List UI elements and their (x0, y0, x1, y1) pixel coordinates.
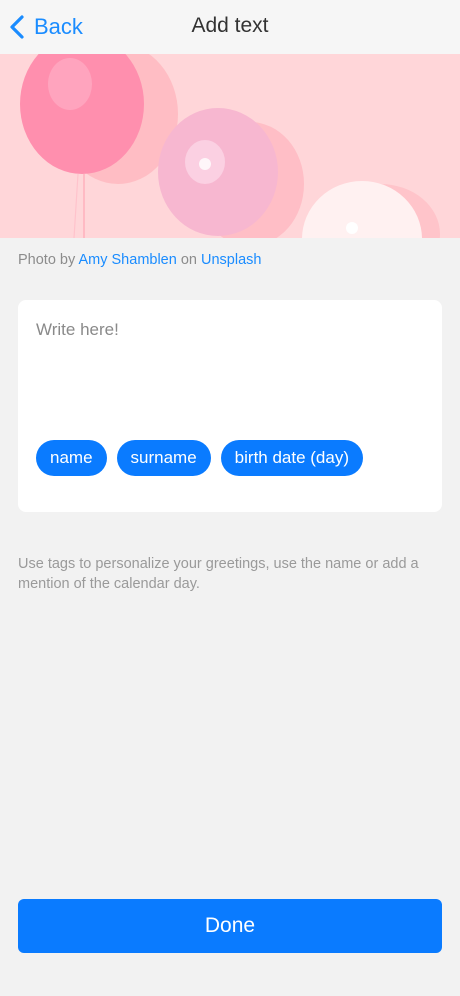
done-button[interactable]: Done (18, 899, 442, 953)
balloons-image (0, 54, 460, 238)
nav-bar: Back Add text (0, 0, 460, 54)
page-title: Add text (191, 14, 269, 37)
photo-credit: Photo by Amy Shamblen on Unsplash (18, 252, 261, 268)
credit-middle: on (180, 252, 197, 268)
help-text: Use tags to personalize your greetings, … (18, 556, 419, 592)
author-link[interactable]: Amy Shamblen (78, 252, 176, 268)
tag-name[interactable]: name (36, 440, 107, 476)
balloons-photo-icon (0, 54, 460, 238)
tag-surname[interactable]: surname (116, 440, 211, 476)
tag-birth-date[interactable]: birth date (day) (220, 440, 364, 476)
source-link[interactable]: Unsplash (201, 252, 261, 268)
greeting-text-input[interactable]: Write here! (36, 320, 424, 410)
text-card: Write here! name surname birth date (day… (18, 300, 442, 512)
tag-list: name surname birth date (day) (36, 440, 364, 476)
credit-prefix: Photo by (18, 252, 76, 268)
